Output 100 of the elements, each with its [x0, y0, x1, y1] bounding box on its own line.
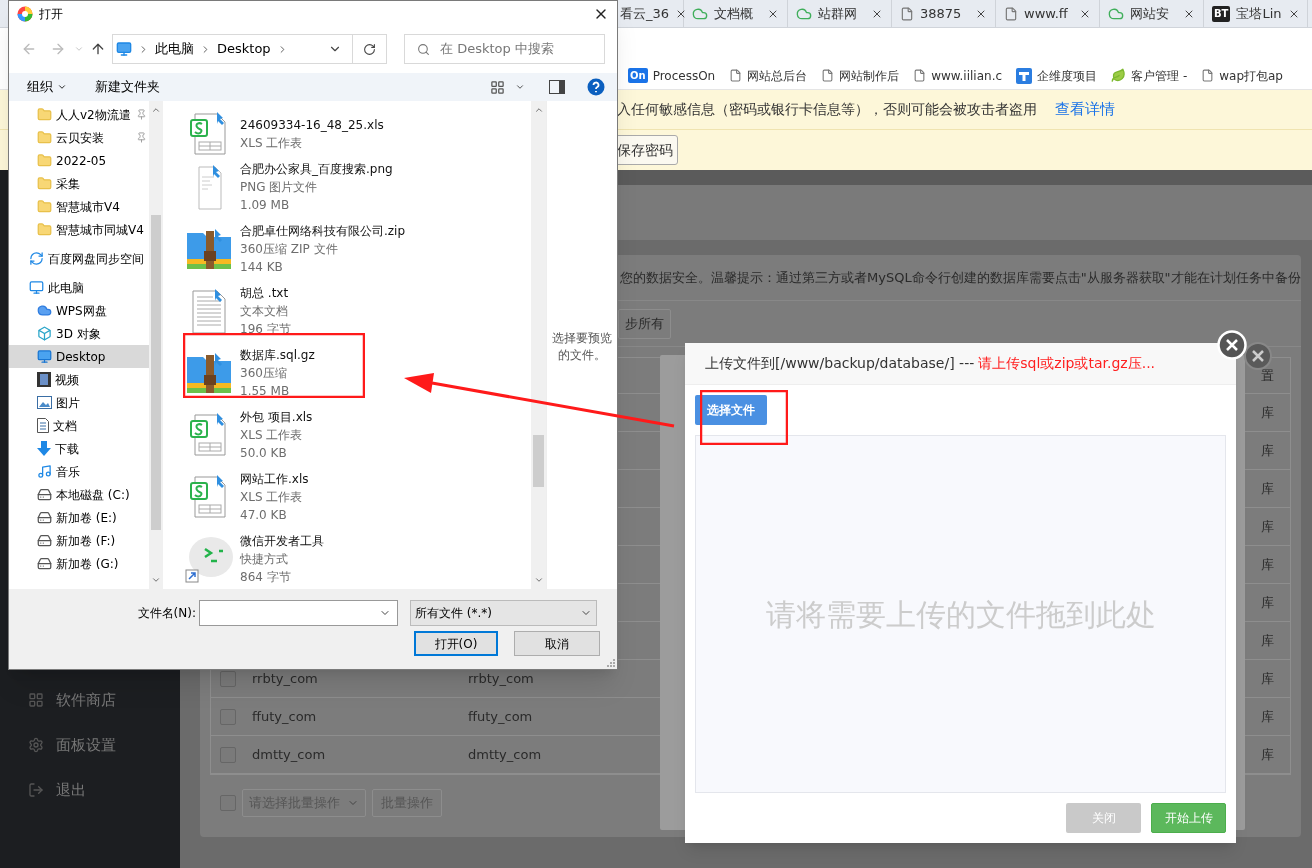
page-icon — [913, 69, 927, 82]
nav-item[interactable]: Desktop — [9, 345, 149, 368]
drive-icon — [37, 487, 52, 502]
nav-item[interactable]: 新加卷 (F:) — [9, 529, 149, 552]
bookmark[interactable]: 企维度项目 — [1016, 66, 1098, 85]
sidebar-label: 软件商店 — [56, 689, 116, 711]
file-name: 外包 项目.xls — [240, 409, 313, 426]
browser-tab[interactable]: 文档概 — [684, 0, 788, 27]
resize-grip-icon[interactable] — [607, 659, 615, 667]
nav-item[interactable]: 音乐 — [9, 460, 149, 483]
bookmark[interactable]: 网站总后台 — [729, 66, 808, 85]
open-button[interactable]: 打开(O) — [414, 631, 498, 656]
scrollbar-thumb[interactable] — [533, 435, 544, 487]
file-name: 数据库.sql.gz — [240, 347, 315, 364]
folder-icon — [37, 222, 52, 237]
breadcrumb-item[interactable]: Desktop — [217, 39, 271, 59]
bookmark[interactable]: wap打包ap — [1201, 66, 1283, 85]
nav-item[interactable]: 此电脑 — [9, 276, 149, 299]
sidebar-item[interactable]: 退出 — [0, 778, 180, 802]
help-icon[interactable] — [587, 78, 605, 96]
nav-item[interactable]: 智慧城市同城V4 — [9, 218, 149, 241]
cancel-button[interactable]: 取消 — [514, 631, 600, 656]
file-name: 微信开发者工具 — [240, 533, 324, 550]
browser-tab[interactable]: BT 宝塔Lin — [1204, 0, 1308, 27]
filename-field[interactable] — [199, 600, 398, 626]
folder-icon — [37, 176, 52, 191]
organize-menu[interactable]: 组织 — [27, 77, 67, 97]
warning-text: 入任何敏感信息（密码或银行卡信息等），否则可能会被攻击者盗用 — [617, 100, 1037, 119]
nav-item[interactable]: 3D 对象 — [9, 322, 149, 345]
sidebar-item[interactable]: 面板设置 — [0, 733, 180, 757]
checkbox[interactable] — [220, 670, 236, 687]
tab-title: 站群网 — [818, 4, 857, 23]
scroll-down-icon[interactable] — [151, 575, 161, 585]
toolbar-button[interactable]: 步所有 — [618, 308, 671, 339]
bookmark[interactable]: On ProcessOn — [628, 66, 716, 85]
nav-item[interactable]: 百度网盘同步空间 — [9, 247, 149, 270]
scrollbar[interactable] — [149, 101, 163, 589]
file-type: XLS 工作表 — [240, 427, 304, 444]
nav-item[interactable]: 人人v2物流遣 — [9, 103, 149, 126]
browser-tab[interactable]: 站群网 — [788, 0, 892, 27]
bookmark[interactable]: 网站制作后 — [821, 66, 900, 85]
pin-icon[interactable] — [136, 132, 147, 143]
table-cell: ffuty_com — [468, 708, 533, 724]
nav-label: 新加卷 (G:) — [56, 555, 119, 573]
scrollbar-thumb[interactable] — [151, 215, 161, 530]
nav-item[interactable]: 云贝安装 — [9, 126, 149, 149]
table-cell-text: 库 — [1260, 403, 1274, 422]
nav-label: 本地磁盘 (C:) — [56, 486, 130, 504]
breadcrumb-item[interactable]: 此电脑 — [155, 39, 194, 59]
details-link[interactable]: 查看详情 — [1055, 98, 1115, 121]
file-item[interactable]: 合肥办公家具_百度搜索.png PNG 图片文件 1.09 MB — [166, 156, 531, 218]
address-bar[interactable]: 此电脑 Desktop — [112, 34, 387, 64]
drive-icon — [37, 556, 52, 571]
scroll-up-icon[interactable] — [533, 105, 544, 115]
file-item[interactable]: 24609334-16_48_25.xls XLS 工作表 — [166, 101, 531, 156]
browser-tab[interactable]: 38875 — [892, 0, 996, 27]
forward-arrow-icon[interactable] — [50, 41, 66, 57]
table-cell-text: 库 — [1260, 555, 1274, 574]
bookmark[interactable]: 客户管理 - — [1111, 66, 1188, 85]
bookmark[interactable]: www.iilian.c — [913, 66, 1003, 85]
nav-item[interactable]: 采集 — [9, 172, 149, 195]
file-item[interactable]: 网站工作.xls XLS 工作表 47.0 KB — [166, 466, 531, 528]
browser-tab[interactable]: www.ff — [996, 0, 1100, 27]
pin-icon[interactable] — [136, 109, 147, 120]
preview-pane-icon[interactable] — [549, 80, 565, 94]
scroll-up-icon[interactable] — [151, 105, 161, 115]
scroll-down-icon[interactable] — [533, 575, 544, 585]
view-options-icon[interactable] — [490, 79, 505, 95]
refresh-icon[interactable] — [363, 42, 376, 56]
search-placeholder: 在 Desktop 中搜索 — [440, 40, 554, 59]
search-field[interactable]: 在 Desktop 中搜索 — [404, 34, 605, 64]
nav-item[interactable]: 视频 — [9, 368, 149, 391]
nav-item[interactable]: 2022-05 — [9, 149, 149, 172]
sidebar-item[interactable]: 软件商店 — [0, 688, 180, 712]
nav-label: Desktop — [56, 348, 106, 366]
file-item[interactable]: 合肥卓仕网络科技有限公司.zip 360压缩 ZIP 文件 144 KB — [166, 218, 531, 280]
nav-item[interactable]: 智慧城市V4 — [9, 195, 149, 218]
nav-item[interactable]: WPS网盘 — [9, 299, 149, 322]
music-note-icon — [37, 464, 52, 479]
new-folder-button[interactable]: 新建文件夹 — [95, 77, 160, 97]
nav-item[interactable]: 新加卷 (E:) — [9, 506, 149, 529]
file-item[interactable]: 外包 项目.xls XLS 工作表 50.0 KB — [166, 404, 531, 466]
nav-item[interactable]: 图片 — [9, 391, 149, 414]
file-item[interactable]: 数据库.sql.gz 360压缩 1.55 MB — [166, 342, 531, 404]
scrollbar[interactable] — [531, 101, 546, 589]
nav-item[interactable]: 文档 — [9, 414, 149, 437]
file-size: 50.0 KB — [240, 445, 288, 462]
nav-item[interactable]: 本地磁盘 (C:) — [9, 483, 149, 506]
bookmark-label: ProcessOn — [652, 67, 716, 85]
nav-item[interactable]: 新加卷 (G:) — [9, 552, 149, 575]
caret-icon[interactable] — [515, 82, 525, 92]
file-item[interactable]: 微信开发者工具 快捷方式 864 字节 — [166, 528, 531, 589]
drive-icon — [37, 533, 52, 548]
nav-item[interactable]: 下载 — [9, 437, 149, 460]
tab-title: 宝塔Lin — [1236, 4, 1282, 23]
document-icon — [37, 418, 49, 433]
field-label: 文件名(N): — [136, 605, 197, 622]
browser-tab[interactable]: 网站安 — [1100, 0, 1204, 27]
file-type-select[interactable]: 所有文件 (*.*) — [410, 600, 597, 626]
tab-title: 看云_36 — [620, 4, 670, 23]
